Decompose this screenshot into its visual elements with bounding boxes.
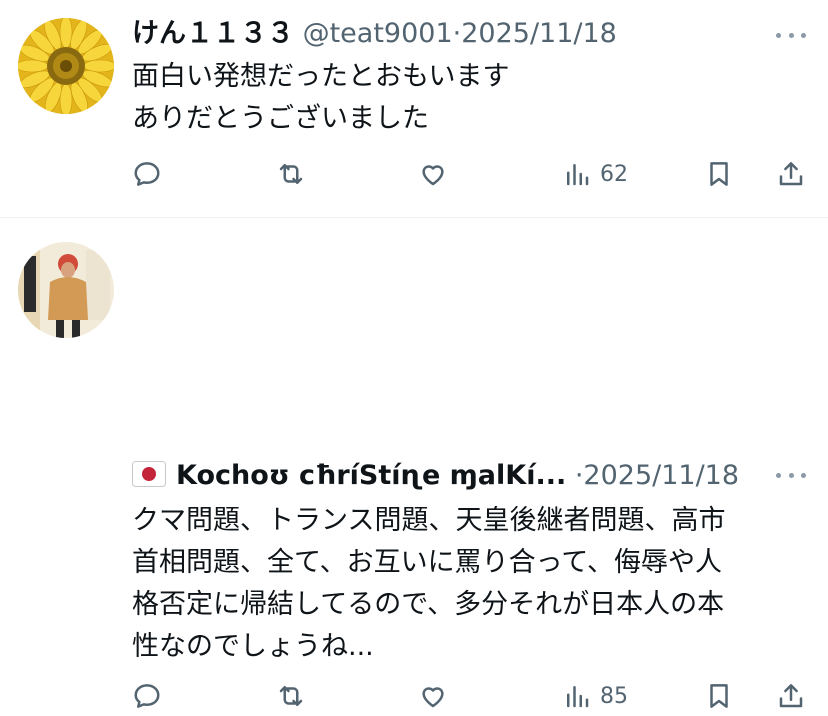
action-bar: 62 [132,154,808,194]
bookmark-icon [710,684,728,708]
views-icon [567,164,589,186]
retweet-button[interactable] [276,154,306,194]
reply-text: 面白い発想だったとおもいます ありだとうございました [132,56,798,140]
reply-header: Kochoʊ cħríStíɳe ɱalKí... ·2025/11/18 [132,458,764,494]
bookmark-icon [710,162,728,186]
reply-text: クマ問題、トランス問題、天皇後継者問題、高市 首相問題、全て、お互いに罵り合って… [132,500,798,668]
text-line: 格否定に帰結してるので、多分それが日本人の本 [132,589,725,620]
more-icon[interactable] [776,460,806,490]
retweet-icon [279,164,303,184]
avatar[interactable] [18,242,114,338]
reply-button[interactable] [132,154,162,194]
like-button[interactable] [418,154,448,194]
views-button[interactable]: 85 [562,676,628,716]
reply-icon [134,162,160,186]
share-button[interactable] [776,676,806,716]
display-name[interactable]: Kochoʊ cħríStíɳe ɱalKí... [176,460,566,491]
share-icon [779,684,803,708]
bookmark-button[interactable] [704,676,734,716]
share-icon [779,162,803,186]
user-handle[interactable]: @teat9001 [303,18,453,49]
more-icon[interactable] [776,20,806,50]
views-count: 85 [600,683,628,709]
text-line: クマ問題、トランス問題、天皇後継者問題、高市 [132,505,726,536]
like-icon [422,165,444,186]
like-button[interactable] [418,676,448,716]
display-name[interactable]: けん１１３３ [132,18,294,49]
views-button[interactable]: 62 [562,154,628,194]
text-line: 面白い発想だったとおもいます [132,61,510,92]
action-bar: 85 [132,676,808,716]
japan-flag-icon [132,461,166,487]
share-button[interactable] [776,154,806,194]
separator: · [452,18,462,49]
reply-button[interactable] [132,676,162,716]
timestamp[interactable]: 2025/11/18 [583,460,739,491]
reply-icon [134,684,160,708]
views-count: 62 [600,161,628,187]
reply-header: けん１１３３ @teat9001·2025/11/18 [132,16,764,52]
views-icon [567,686,589,708]
reply-item[interactable]: けん１１３３ @teat9001·2025/11/18 面白い発想だったとおもい… [0,0,828,217]
retweet-button[interactable] [276,676,306,716]
text-line: 性なのでしょうね... [132,631,374,662]
timestamp[interactable]: 2025/11/18 [461,18,617,49]
like-icon [422,687,444,708]
text-line: ありだとうございました [132,103,429,134]
text-line: 首相問題、全て、お互いに罵り合って、侮辱や人 [132,547,722,578]
avatar[interactable] [18,18,114,114]
retweet-icon [279,686,303,706]
bookmark-button[interactable] [704,154,734,194]
reply-item[interactable]: Kochoʊ cħríStíɳe ɱalKí... ·2025/11/18 クマ… [0,217,828,709]
